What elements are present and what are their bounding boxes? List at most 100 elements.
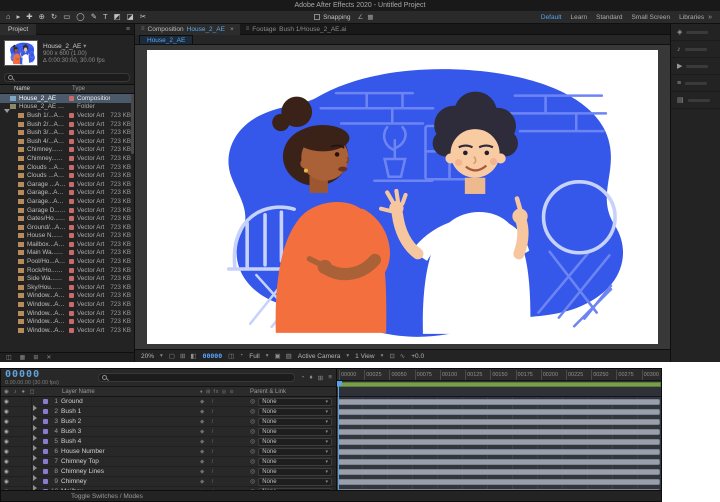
avsl-cells[interactable] <box>14 477 32 486</box>
info-panel-icon[interactable]: ◈ <box>671 24 720 41</box>
comp-mini-flowchart-icon[interactable]: ◔ <box>300 374 304 382</box>
eye-icon[interactable]: ◉ <box>4 479 14 485</box>
avsl-cells[interactable] <box>14 467 32 476</box>
label-color-swatch[interactable] <box>69 122 74 127</box>
always-preview-icon[interactable]: ▢ <box>169 352 175 360</box>
frame-blending-icon[interactable]: ⊞ <box>318 374 323 382</box>
transparency-grid-icon[interactable]: ▨ <box>286 352 292 360</box>
label-color-swatch[interactable] <box>69 225 74 230</box>
label-color-swatch[interactable] <box>69 233 74 238</box>
snapping-checkbox[interactable] <box>314 14 320 20</box>
label-chip[interactable] <box>43 409 48 414</box>
timeline-search-input[interactable] <box>110 375 294 381</box>
label-chip[interactable] <box>43 419 48 424</box>
pickwhip-icon[interactable]: ◎ <box>250 448 255 455</box>
snap-grid-icon[interactable]: ▦ <box>367 13 373 21</box>
project-scrollbar[interactable] <box>131 94 134 154</box>
avsl-cells[interactable] <box>14 457 32 466</box>
viewer-comp-tab[interactable]: House_2_AE <box>139 35 193 44</box>
label-chip[interactable] <box>43 459 48 464</box>
audio-panel-icon[interactable]: ♪ <box>671 41 720 58</box>
label-chip[interactable] <box>43 469 48 474</box>
layer-name[interactable]: Bush 2 <box>61 418 200 425</box>
project-item-row[interactable]: Window...AE.ai Vector Art 723 KB <box>0 309 134 318</box>
label-color-swatch[interactable] <box>69 165 74 170</box>
project-item-row[interactable]: Ground/...AE.ai Vector Art 723 KB <box>0 223 134 232</box>
more-workspaces-icon[interactable]: » <box>708 14 712 21</box>
layer-switches[interactable]: ◆ / <box>200 469 250 475</box>
eraser-tool-icon[interactable]: ✂ <box>140 11 146 23</box>
project-item-row[interactable]: Clouds ...AE.ai Vector Art 723 KB <box>0 171 134 180</box>
avsl-cells[interactable] <box>14 437 32 446</box>
project-item-row[interactable]: House_2_AE Composition <box>0 94 134 103</box>
type-tool-icon[interactable]: T <box>103 11 108 23</box>
pen-tool-icon[interactable]: ✎ <box>91 11 97 23</box>
avsl-cells[interactable] <box>14 417 32 426</box>
layer-name[interactable]: Bush 4 <box>61 438 200 445</box>
parent-dropdown[interactable]: None ▾ <box>258 408 332 416</box>
project-item-row[interactable]: Window...AE.ai Vector Art 723 KB <box>0 300 134 309</box>
layer-duration-bar[interactable] <box>338 409 660 415</box>
project-item-row[interactable]: Side Wa...AE.ai Vector Art 723 KB <box>0 274 134 283</box>
timeline-layer-row[interactable]: ◉ 7 Chimney Top ◆ / ◎ None ▾ <box>1 457 336 467</box>
timeline-layer-row[interactable]: ◉ 5 Bush 4 ◆ / ◎ None ▾ <box>1 437 336 447</box>
grid-guides-icon[interactable]: ⊞ <box>180 352 185 360</box>
pickwhip-icon[interactable]: ◎ <box>250 438 255 445</box>
delete-item-icon[interactable]: ✕ <box>46 354 51 361</box>
project-item-row[interactable]: House_2_AE Layers Folder <box>0 103 134 112</box>
effects-presets-panel-icon[interactable]: ≡ <box>671 75 720 92</box>
parent-dropdown[interactable]: None ▾ <box>258 458 332 466</box>
pickwhip-icon[interactable]: ◎ <box>250 478 255 485</box>
label-color-swatch[interactable] <box>69 113 74 118</box>
workspace-item[interactable]: Standard <box>596 14 622 21</box>
column-header-layer-name[interactable]: Layer Name <box>62 389 200 395</box>
project-item-row[interactable]: Bush 2/...AE.ai Vector Art 723 KB <box>0 120 134 129</box>
layer-duration-bar[interactable] <box>338 479 660 485</box>
layer-duration-bar[interactable] <box>338 429 660 435</box>
layer-switches[interactable]: ◆ / <box>200 399 250 405</box>
layer-duration-bar[interactable] <box>338 439 660 445</box>
project-item-row[interactable]: Bush 3/...AE.ai Vector Art 723 KB <box>0 128 134 137</box>
eye-icon[interactable]: ◉ <box>4 439 14 445</box>
label-color-swatch[interactable] <box>69 182 74 187</box>
timeline-layer-row[interactable]: ◉ 4 Bush 3 ◆ / ◎ None ▾ <box>1 427 336 437</box>
new-composition-icon[interactable]: ⊞ <box>33 354 38 361</box>
layer-duration-bar[interactable] <box>338 449 660 455</box>
close-tab-icon[interactable]: × <box>230 26 234 33</box>
timeline-layer-row[interactable]: ◉ 1 Ground ◆ / ◎ None ▾ <box>1 397 336 407</box>
mask-visibility-icon[interactable]: ◧ <box>190 352 196 360</box>
zoom-tool-icon[interactable]: ⊕ <box>39 11 45 23</box>
solo-icon[interactable]: ● <box>22 389 25 395</box>
pickwhip-icon[interactable]: ◎ <box>250 428 255 435</box>
pickwhip-icon[interactable]: ◎ <box>250 408 255 415</box>
pickwhip-icon[interactable]: ◎ <box>250 418 255 425</box>
composition-name[interactable]: House_2_AE <box>43 43 81 50</box>
tab-composition[interactable]: ≡ Composition House_2_AE × <box>135 24 240 35</box>
timeline-layer-row[interactable]: ◉ 9 Chimney ◆ / ◎ None ▾ <box>1 477 336 487</box>
label-chip[interactable] <box>43 439 48 444</box>
snap-angle-icon[interactable]: ∠ <box>358 13 364 21</box>
column-header-parent-link[interactable]: Parent & Link <box>250 389 336 395</box>
label-chip[interactable] <box>43 429 48 434</box>
project-search-input[interactable] <box>16 75 129 81</box>
draft-3d-icon[interactable]: ♦ <box>309 374 312 382</box>
eye-icon[interactable]: ◉ <box>4 389 9 395</box>
label-color-swatch[interactable] <box>69 139 74 144</box>
new-folder-icon[interactable]: ▦ <box>20 354 26 361</box>
pickwhip-icon[interactable]: ◎ <box>250 458 255 465</box>
workspace-item[interactable]: Libraries <box>679 14 704 21</box>
project-item-row[interactable]: Main Wa...AE.ai Vector Art 723 KB <box>0 249 134 258</box>
eye-icon[interactable]: ◉ <box>4 429 14 435</box>
avsl-cells[interactable] <box>14 447 32 456</box>
parent-dropdown[interactable]: None ▾ <box>258 418 332 426</box>
layer-duration-bar[interactable] <box>338 399 660 405</box>
view-layout-dropdown[interactable]: 1 View <box>355 353 374 360</box>
layer-duration-bar[interactable] <box>338 459 660 465</box>
eye-icon[interactable]: ◉ <box>4 459 14 465</box>
layer-switches[interactable]: ◆ / <box>200 459 250 465</box>
layer-switches[interactable]: ◆ / <box>200 409 250 415</box>
layer-name[interactable]: Chimney Top <box>61 458 200 465</box>
label-color-swatch[interactable] <box>69 216 74 221</box>
hand-tool-icon[interactable]: ✚ <box>26 11 32 23</box>
roi-icon[interactable]: ▣ <box>274 352 280 360</box>
